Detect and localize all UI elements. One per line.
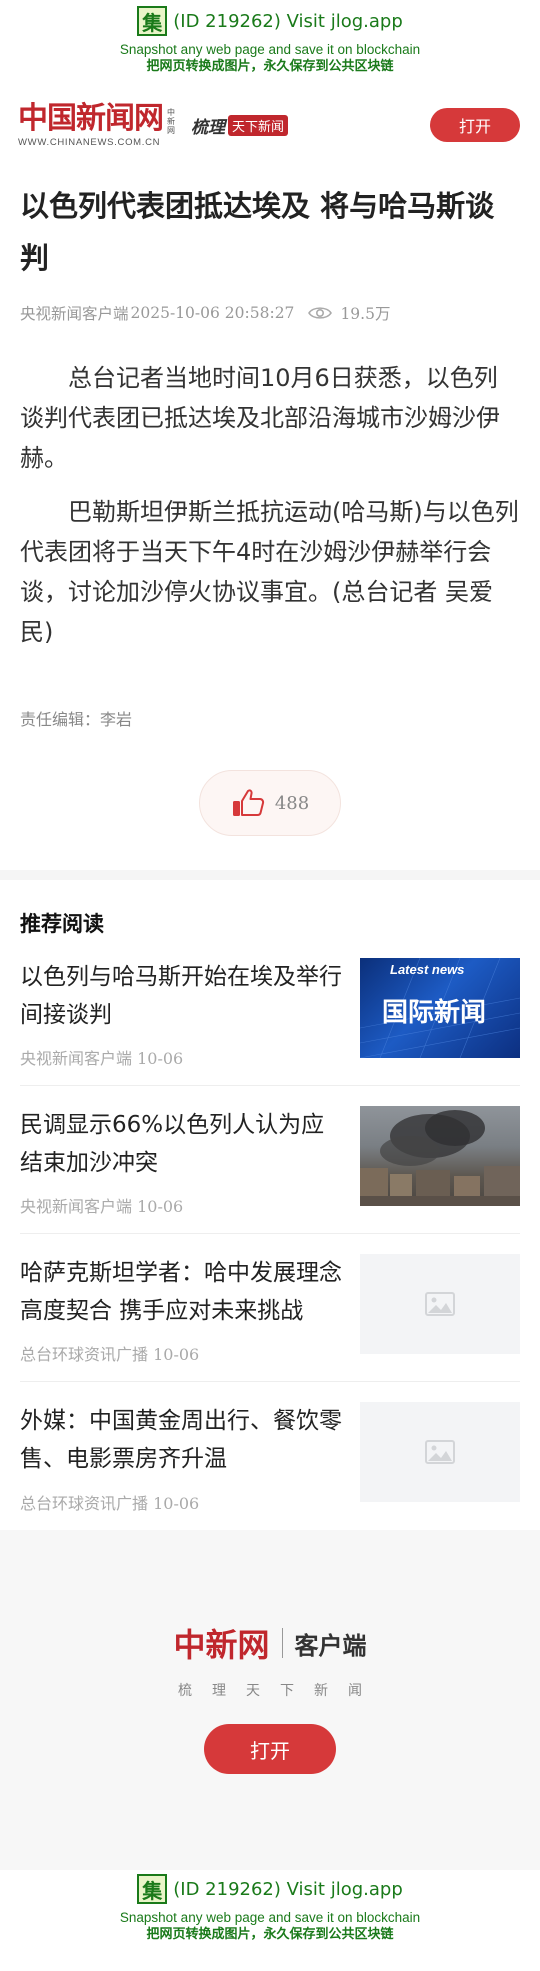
jlog-badge-icon: 集 <box>137 6 168 36</box>
article: 以色列代表团抵达埃及 将与哈马斯谈判 央视新闻客户端 2025-10-06 20… <box>0 180 540 836</box>
jlog-badge-icon: 集 <box>137 1874 168 1904</box>
recommended-heading: 推荐阅读 <box>20 912 104 936</box>
site-header: 中国新闻网 中新网 WWW.CHINANEWS.COM.CN 梳理 天下新闻 打… <box>0 90 540 160</box>
eye-icon <box>308 307 333 319</box>
jlog-subtitle-cn: 把网页转换成图片，永久保存到公共区块链 <box>146 1927 394 1942</box>
news-thumbnail-placeholder[interactable] <box>360 1402 520 1502</box>
news-thumbnail[interactable] <box>360 1106 520 1206</box>
list-item[interactable]: 外媒：中国黄金周出行、餐饮零售、电影票房齐升温 总台环球资讯广播 10-06 <box>20 1382 520 1530</box>
jlog-banner-bottom[interactable]: 集 (ID 219262) Visit jlog.app Snapshot an… <box>0 1870 540 1962</box>
image-placeholder-icon <box>425 1292 455 1316</box>
like-button[interactable]: 488 <box>199 770 341 836</box>
jlog-link[interactable]: (ID 219262) Visit jlog.app <box>173 1879 403 1900</box>
article-meta: 央视新闻客户端 2025-10-06 20:58:27 19.5万 <box>20 302 520 324</box>
promo-logo: 中新网 客户端 <box>173 1620 366 1666</box>
promo-app-label: 客户端 <box>294 1631 367 1660</box>
image-placeholder-icon <box>425 1440 455 1464</box>
jlog-banner-top[interactable]: 集 (ID 219262) Visit jlog.app Snapshot an… <box>0 0 540 90</box>
jlog-subtitle-en: Snapshot any web page and save it on blo… <box>119 42 421 57</box>
promo-logo-text: 中新网 <box>173 1626 270 1664</box>
article-paragraph: 巴勒斯坦伊斯兰抵抗运动(哈马斯)与以色列代表团将于当天下午4时在沙姆沙伊赫举行会… <box>20 498 519 646</box>
thumbnail-small-text: Latest news <box>390 962 465 977</box>
jlog-subtitle-cn: 把网页转换成图片，永久保存到公共区块链 <box>146 59 394 74</box>
list-item-headline[interactable]: 哈萨克斯坦学者：哈中发展理念高度契合 携手应对未来挑战 <box>20 1254 342 1330</box>
article-title: 以色列代表团抵达埃及 将与哈马斯谈判 <box>20 189 495 275</box>
thumbs-up-icon <box>232 789 264 816</box>
thumbnail-text: 国际新闻 <box>382 998 487 1028</box>
like-count: 488 <box>274 792 310 814</box>
jlog-link[interactable]: (ID 219262) Visit jlog.app <box>173 11 403 32</box>
list-item[interactable]: 以色列与哈马斯开始在埃及举行间接谈判 央视新闻客户端 10-06 Latest … <box>20 938 520 1086</box>
list-item-headline[interactable]: 民调显示66%以色列人认为应结束加沙冲突 <box>20 1106 342 1182</box>
list-item-headline[interactable]: 以色列与哈马斯开始在埃及举行间接谈判 <box>20 958 342 1034</box>
article-source: 央视新闻客户端 <box>20 305 129 323</box>
app-promo: 中新网 客户端 梳理天下新闻 打开 <box>0 1530 540 1870</box>
list-item-source: 总台环球资讯广播 10-06 <box>20 1345 200 1364</box>
open-app-button[interactable]: 打开 <box>430 108 520 142</box>
promo-open-button[interactable]: 打开 <box>204 1724 336 1774</box>
list-item-source: 央视新闻客户端 10-06 <box>20 1049 184 1068</box>
list-item-headline[interactable]: 外媒：中国黄金周出行、餐饮零售、电影票房齐升温 <box>20 1402 342 1478</box>
promo-separator <box>281 1628 283 1658</box>
list-item-source: 总台环球资讯广播 10-06 <box>20 1494 200 1513</box>
article-datetime: 2025-10-06 20:58:27 <box>130 304 295 322</box>
list-item-source: 央视新闻客户端 10-06 <box>20 1197 184 1216</box>
smoke-scene <box>360 1110 520 1206</box>
recommended-section: 推荐阅读 以色列与哈马斯开始在埃及举行间接谈判 央视新闻客户端 10-06 La… <box>0 908 540 1530</box>
header-slogan: 梳理 天下新闻 <box>191 113 289 138</box>
logo-url: WWW.CHINANEWS.COM.CN <box>18 136 161 148</box>
slogan-part-b: 天下新闻 <box>228 114 289 136</box>
view-count: 19.5万 <box>308 302 390 324</box>
list-item[interactable]: 哈萨克斯坦学者：哈中发展理念高度契合 携手应对未来挑战 总台环球资讯广播 10-… <box>20 1234 520 1382</box>
article-paragraph: 总台记者当地时间10月6日获悉，以色列谈判代表团已抵达埃及北部沿海城市沙姆沙伊赫… <box>20 364 500 472</box>
section-divider <box>0 870 540 880</box>
views-value: 19.5万 <box>340 305 391 323</box>
site-logo[interactable]: 中国新闻网 中新网 WWW.CHINANEWS.COM.CN <box>18 100 177 148</box>
list-item[interactable]: 民调显示66%以色列人认为应结束加沙冲突 央视新闻客户端 10-06 <box>20 1086 520 1234</box>
news-thumbnail-placeholder[interactable] <box>360 1254 520 1354</box>
slogan-part-a: 梳理 <box>191 117 225 138</box>
logo-area[interactable]: 中国新闻网 中新网 WWW.CHINANEWS.COM.CN 梳理 天下新闻 <box>18 100 289 148</box>
jlog-subtitle-en: Snapshot any web page and save it on blo… <box>119 1910 421 1925</box>
logo-tiny-text: 中新网 <box>167 107 175 135</box>
promo-slogan: 梳理天下新闻 <box>178 1683 382 1699</box>
news-thumbnail[interactable]: Latest news 国际新闻 <box>360 958 520 1058</box>
logo-text: 中国新闻网 <box>18 100 164 136</box>
article-editor: 责任编辑：李岩 <box>20 710 133 729</box>
